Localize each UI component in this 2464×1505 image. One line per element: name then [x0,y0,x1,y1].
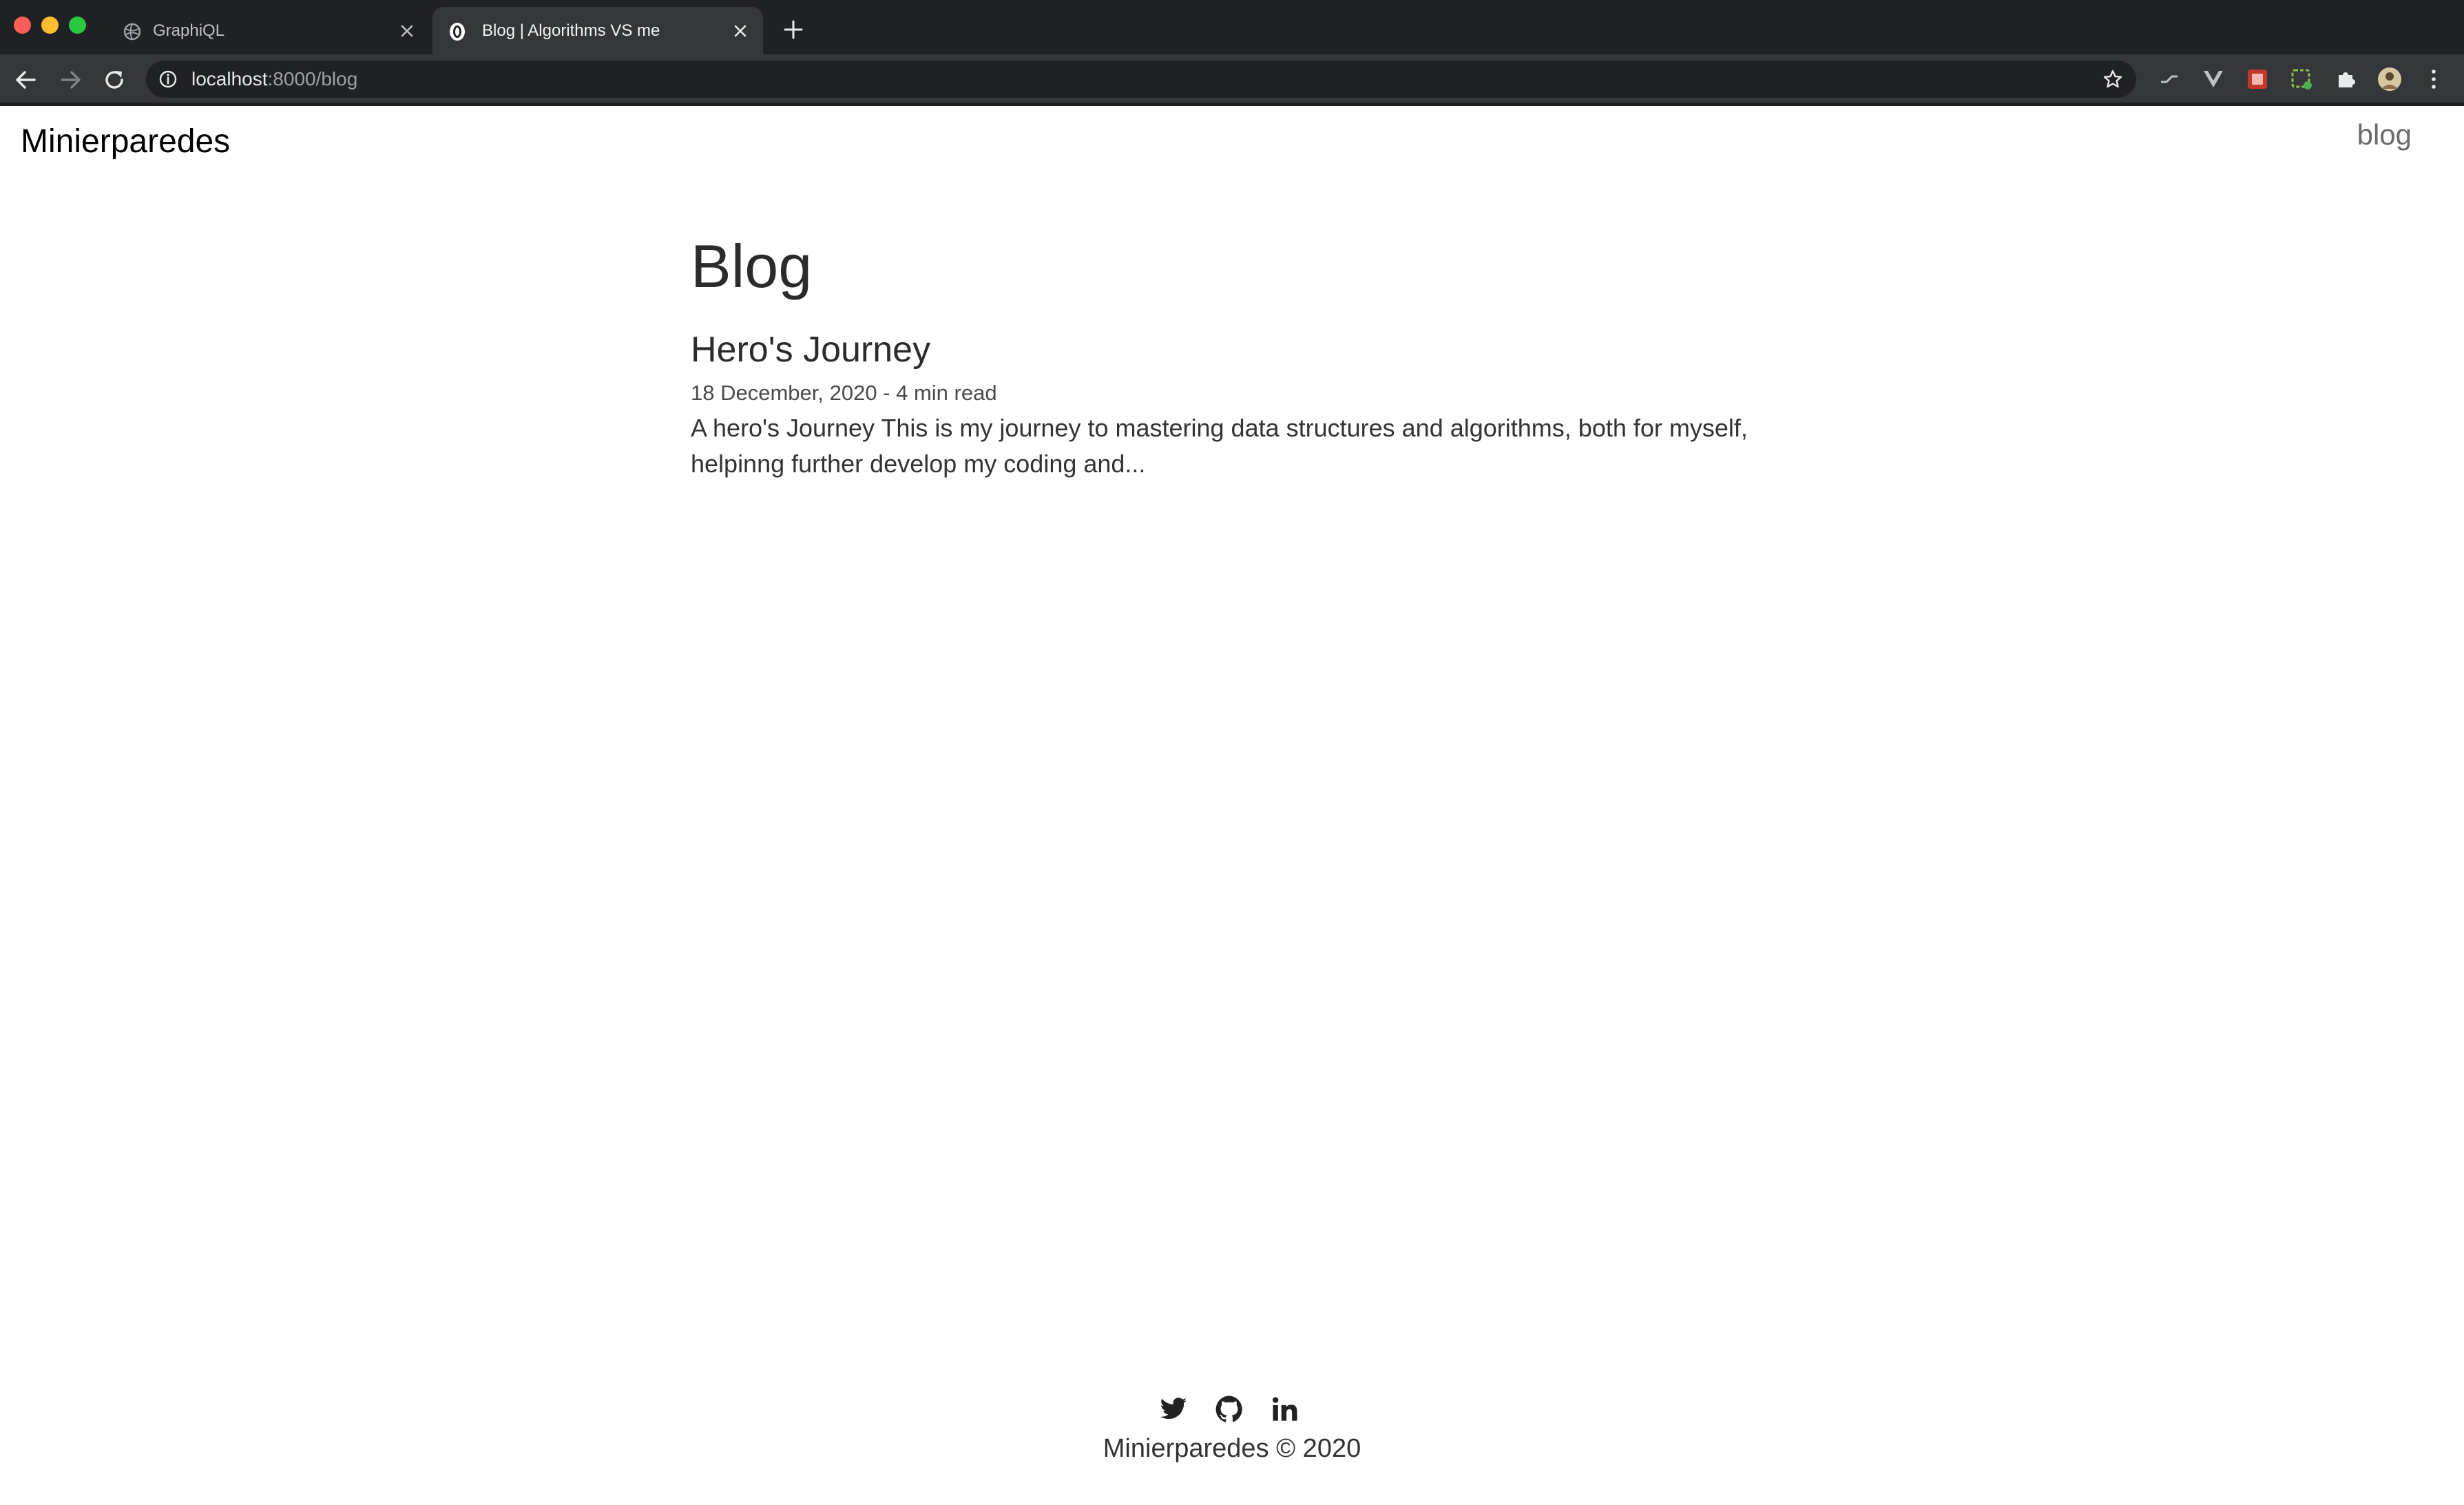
page-title: Blog [691,232,813,300]
browser-tab-bar: GraphiQL Blog | Algorithms VS me [0,0,2464,54]
tab-graphiql[interactable]: GraphiQL [107,7,430,54]
close-tab-icon[interactable] [730,21,751,41]
info-icon[interactable] [158,70,178,89]
url-host: localhost [191,68,268,90]
puzzle-extensions-icon[interactable] [2333,67,2358,92]
site-favicon-icon [450,23,465,41]
extension-green-icon[interactable] [2289,67,2314,92]
extension-glasses-icon[interactable] [2157,67,2182,92]
linkedin-icon[interactable] [1271,1395,1299,1424]
address-bar[interactable]: localhost:8000/blog [146,61,2136,98]
new-tab-icon[interactable] [782,19,804,41]
tab-title: GraphiQL [153,21,225,40]
close-window-button[interactable] [14,17,31,34]
extension-red-icon[interactable] [2245,67,2270,92]
minimize-window-button[interactable] [41,17,59,34]
bookmark-star-icon[interactable] [2102,68,2124,90]
tab-blog[interactable]: Blog | Algorithms VS me [432,7,763,54]
forward-arrow-icon[interactable] [56,66,84,94]
maximize-window-button[interactable] [69,17,86,34]
reload-icon[interactable] [101,66,128,94]
toolbar-divider [0,103,2464,106]
post-meta: 18 December, 2020 - 4 min read [691,381,997,405]
twitter-icon[interactable] [1159,1395,1188,1424]
site-title-link[interactable]: Minierparedes [21,123,230,160]
github-icon[interactable] [1215,1395,1244,1424]
more-menu-icon[interactable] [2421,67,2446,92]
profile-avatar-icon[interactable] [2377,67,2402,92]
nav-link-blog[interactable]: blog [2357,118,2412,151]
footer-copyright: Minierparedes © 2020 [1103,1434,1361,1463]
url-path: :8000/blog [267,68,358,90]
post-title-link[interactable]: Hero's Journey [691,329,930,370]
close-tab-icon[interactable] [397,21,417,41]
back-arrow-icon[interactable] [12,66,40,94]
globe-icon [123,23,141,41]
post-excerpt: A hero's Journey This is my journey to m… [691,414,1748,478]
tab-title: Blog | Algorithms VS me [482,21,660,40]
url-text: localhost:8000/blog [191,61,357,98]
page: GraphiQL Blog | Algorithms VS me localho… [0,0,2464,1505]
vue-devtools-icon[interactable] [2201,67,2226,92]
